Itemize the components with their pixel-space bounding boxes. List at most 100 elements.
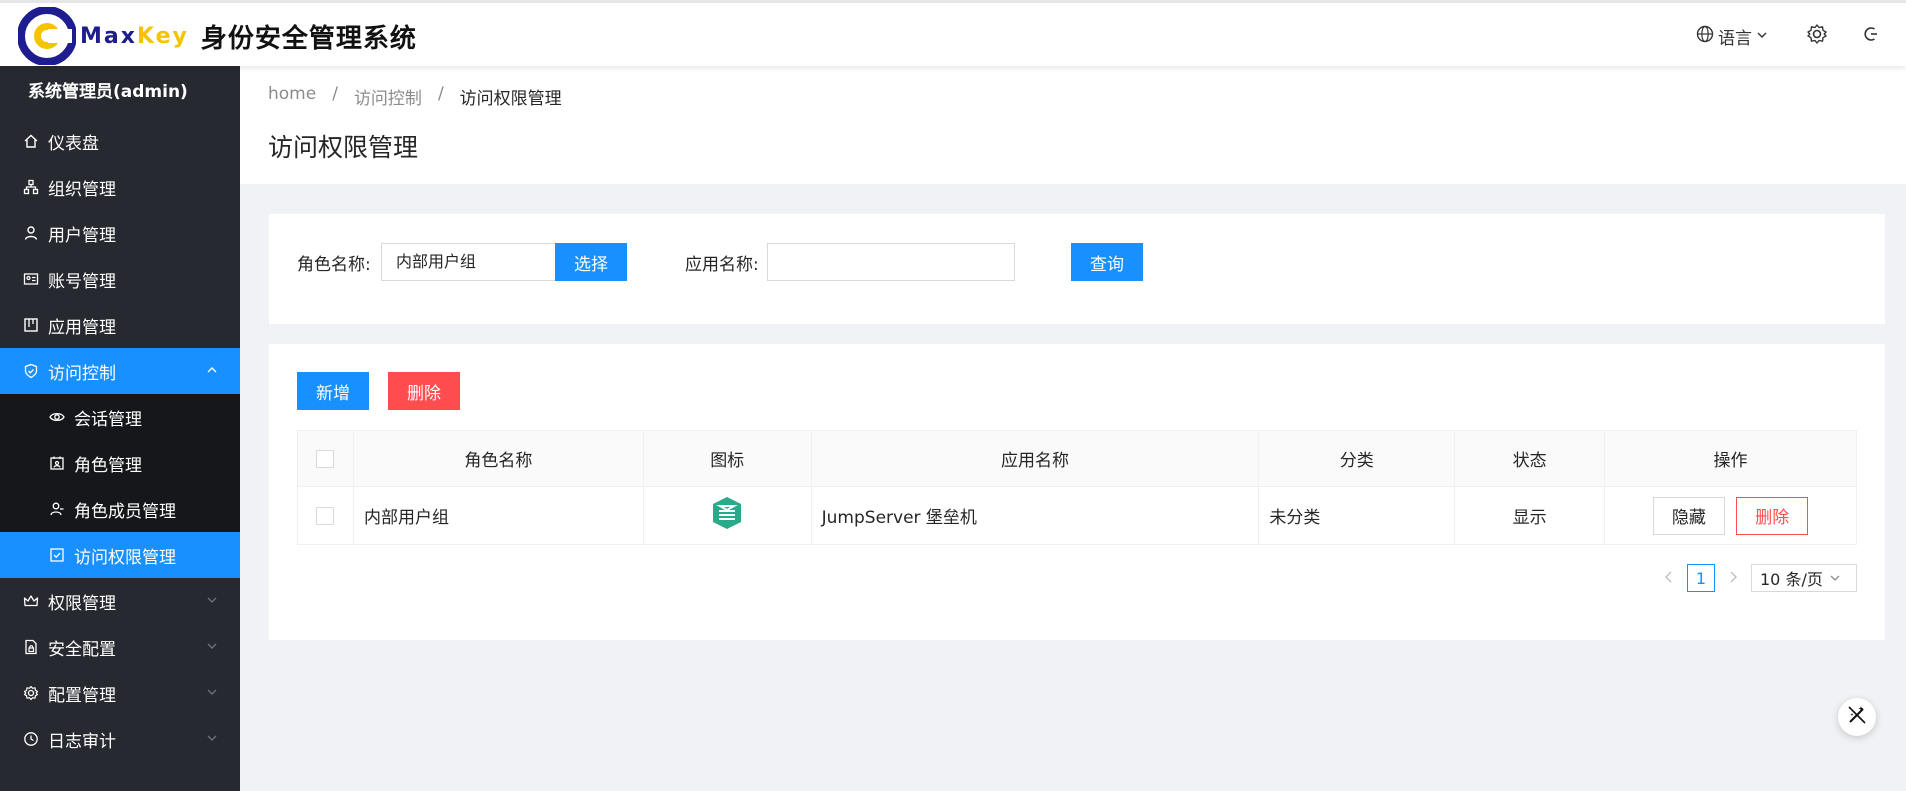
sidebar-item-apps[interactable]: 应用管理 (0, 302, 240, 348)
sidebar-item-label: 账号管理 (48, 271, 116, 292)
breadcrumb-separator: / (437, 84, 444, 104)
query-button[interactable]: 查询 (1071, 243, 1143, 281)
gear-icon (1806, 23, 1828, 50)
sidebar-item-label: 用户管理 (48, 225, 116, 246)
id-card-icon (22, 270, 40, 288)
sidebar-item-label: 配置管理 (48, 685, 116, 706)
add-button[interactable]: 新增 (297, 372, 369, 410)
chevron-up-icon (206, 361, 218, 381)
sidebar-item-dashboard[interactable]: 仪表盘 (0, 118, 240, 164)
sidebar-item-label: 权限管理 (48, 593, 116, 614)
sidebar-item-permissions[interactable]: 权限管理 (0, 578, 240, 624)
delete-selected-button[interactable]: 删除 (388, 372, 460, 410)
gear-icon (22, 684, 40, 702)
sidebar-item-label: 访问控制 (48, 363, 116, 384)
logo-max: Max (80, 23, 137, 49)
breadcrumb-home[interactable]: home (268, 84, 316, 109)
sidebar-item-label: 仪表盘 (48, 133, 99, 154)
permissions-table: 角色名称 图标 应用名称 分类 状态 操作 内部用户组 JumpServer 堡… (297, 430, 1857, 545)
sidebar-item-accounts[interactable]: 账号管理 (0, 256, 240, 302)
role-card-icon (48, 454, 66, 472)
column-header[interactable]: 分类 (1258, 430, 1456, 487)
sidebar-item-label: 日志审计 (48, 731, 116, 752)
sidebar-item-roles[interactable]: 角色管理 (0, 440, 240, 486)
sidebar-item-label: 角色管理 (74, 455, 142, 476)
sidebar: 系统管理员(admin) 仪表盘 组织管理 用户管理 账号管理 应用管理 访问控… (0, 66, 240, 791)
sidebar-item-users[interactable]: 用户管理 (0, 210, 240, 256)
app-name-input[interactable] (767, 243, 1015, 281)
sidebar-item-label: 应用管理 (48, 317, 116, 338)
select-role-button[interactable]: 选择 (555, 243, 627, 281)
hide-button[interactable]: 隐藏 (1652, 496, 1725, 535)
sidebar-item-access-control[interactable]: 访问控制 (0, 348, 240, 394)
sidebar-item-audit[interactable]: 日志审计 (0, 716, 240, 762)
eye-icon (48, 408, 66, 426)
user-icon (22, 224, 40, 242)
next-page-button[interactable] (1727, 569, 1739, 588)
sidebar-item-security[interactable]: 安全配置 (0, 624, 240, 670)
prev-page-button[interactable] (1663, 569, 1675, 588)
select-all-checkbox[interactable] (316, 449, 335, 468)
clock-icon (22, 730, 40, 748)
floating-tool-button[interactable] (1838, 698, 1876, 736)
magic-wand-icon (1846, 704, 1868, 731)
app-icon (22, 316, 40, 334)
access-control-submenu: 会话管理 角色管理 角色成员管理 访问权限管理 (0, 394, 240, 578)
sidebar-item-org[interactable]: 组织管理 (0, 164, 240, 210)
breadcrumb-separator: / (332, 84, 338, 104)
app-name-label: 应用名称: (685, 255, 759, 275)
jumpserver-app-icon (710, 495, 744, 536)
settings-button[interactable] (1790, 3, 1844, 69)
table-panel: 新增 删除 角色名称 图标 应用名称 分类 状态 操作 内部用户组 JumpSe… (269, 344, 1885, 640)
table-header-row: 角色名称 图标 应用名称 分类 状态 操作 (297, 430, 1857, 487)
app-title: 身份安全管理系统 (200, 23, 417, 54)
row-checkbox[interactable] (316, 506, 335, 525)
page-size-select[interactable]: 10 条/页 (1751, 564, 1857, 592)
column-header[interactable]: 状态 (1454, 430, 1606, 487)
row-select-cell (297, 486, 354, 545)
status-cell: 显示 (1454, 486, 1606, 545)
sidebar-item-role-members[interactable]: 角色成员管理 (0, 486, 240, 532)
column-header[interactable]: 应用名称 (810, 430, 1260, 487)
members-icon (48, 500, 66, 518)
chevron-down-icon (1829, 569, 1841, 588)
sidebar-item-config[interactable]: 配置管理 (0, 670, 240, 716)
top-header: MaxKey 身份安全管理系统 语言 (0, 0, 1906, 66)
crown-icon (22, 592, 40, 610)
breadcrumb-section[interactable]: 访问控制 (354, 84, 422, 109)
maxkey-logo-icon (17, 6, 77, 66)
row-delete-button[interactable]: 删除 (1736, 496, 1809, 535)
current-user: 系统管理员(admin) (28, 82, 188, 102)
breadcrumb-current: 访问权限管理 (459, 89, 562, 109)
role-name-label: 角色名称: (297, 255, 371, 275)
shield-icon (22, 362, 40, 380)
column-header[interactable]: 角色名称 (352, 430, 644, 487)
logo-key: Key (136, 23, 189, 49)
sidebar-item-label: 组织管理 (48, 179, 116, 200)
role-name-cell: 内部用户组 (352, 486, 644, 545)
app-name-cell: JumpServer 堡垒机 (810, 486, 1260, 545)
chevron-down-icon (1756, 26, 1768, 46)
search-panel: 角色名称: 内部用户组 选择 应用名称: 查询 (269, 214, 1885, 324)
role-name-input[interactable]: 内部用户组 (381, 243, 557, 281)
chevron-down-icon (206, 729, 218, 749)
app-icon-cell (642, 486, 812, 545)
language-label: 语言 (1718, 28, 1752, 49)
logout-button[interactable] (1844, 3, 1898, 69)
language-selector[interactable]: 语言 (1696, 24, 1768, 49)
pagination: 1 10 条/页 (1663, 564, 1857, 592)
logo-text: MaxKey (80, 24, 189, 49)
page-header: home / 访问控制 / 访问权限管理 访问权限管理 (240, 66, 1906, 184)
check-square-icon (48, 546, 66, 564)
doc-lock-icon (22, 638, 40, 656)
page-number-button[interactable]: 1 (1687, 564, 1715, 592)
sidebar-item-sessions[interactable]: 会话管理 (0, 394, 240, 440)
logo[interactable]: MaxKey 身份安全管理系统 (17, 6, 417, 66)
sidebar-item-label: 访问权限管理 (74, 547, 176, 568)
org-tree-icon (22, 178, 40, 196)
globe-icon (1696, 25, 1714, 48)
page-size-label: 10 条/页 (1760, 570, 1823, 589)
chevron-down-icon (206, 683, 218, 703)
sidebar-item-access-permissions[interactable]: 访问权限管理 (0, 532, 240, 578)
sidebar-item-label: 会话管理 (74, 409, 142, 430)
